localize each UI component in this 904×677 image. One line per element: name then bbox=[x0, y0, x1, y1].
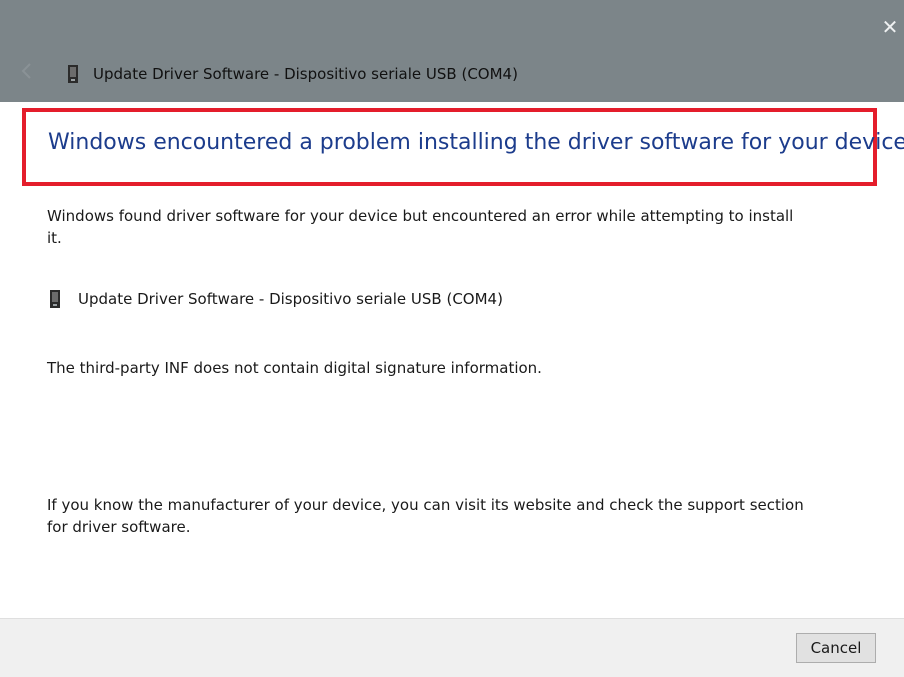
description-text: Windows found driver software for your d… bbox=[47, 207, 794, 247]
back-arrow-icon[interactable] bbox=[18, 60, 36, 82]
error-headline: Windows encountered a problem installing… bbox=[48, 130, 904, 155]
error-message: The third-party INF does not contain dig… bbox=[47, 359, 542, 377]
device-name: Update Driver Software - Dispositivo ser… bbox=[78, 290, 503, 308]
usb-device-icon bbox=[48, 289, 62, 309]
dialog-footer: Cancel bbox=[0, 618, 904, 677]
window-title: Update Driver Software - Dispositivo ser… bbox=[93, 65, 518, 83]
usb-device-icon bbox=[66, 64, 80, 84]
device-row: Update Driver Software - Dispositivo ser… bbox=[48, 286, 503, 312]
support-hint: If you know the manufacturer of your dev… bbox=[47, 496, 804, 536]
title-bar: ✕ Update Driver Software - Dispositivo s… bbox=[0, 0, 904, 102]
close-button[interactable]: ✕ bbox=[876, 10, 904, 44]
window-caption: Update Driver Software - Dispositivo ser… bbox=[66, 60, 518, 88]
cancel-button[interactable]: Cancel bbox=[796, 633, 876, 663]
